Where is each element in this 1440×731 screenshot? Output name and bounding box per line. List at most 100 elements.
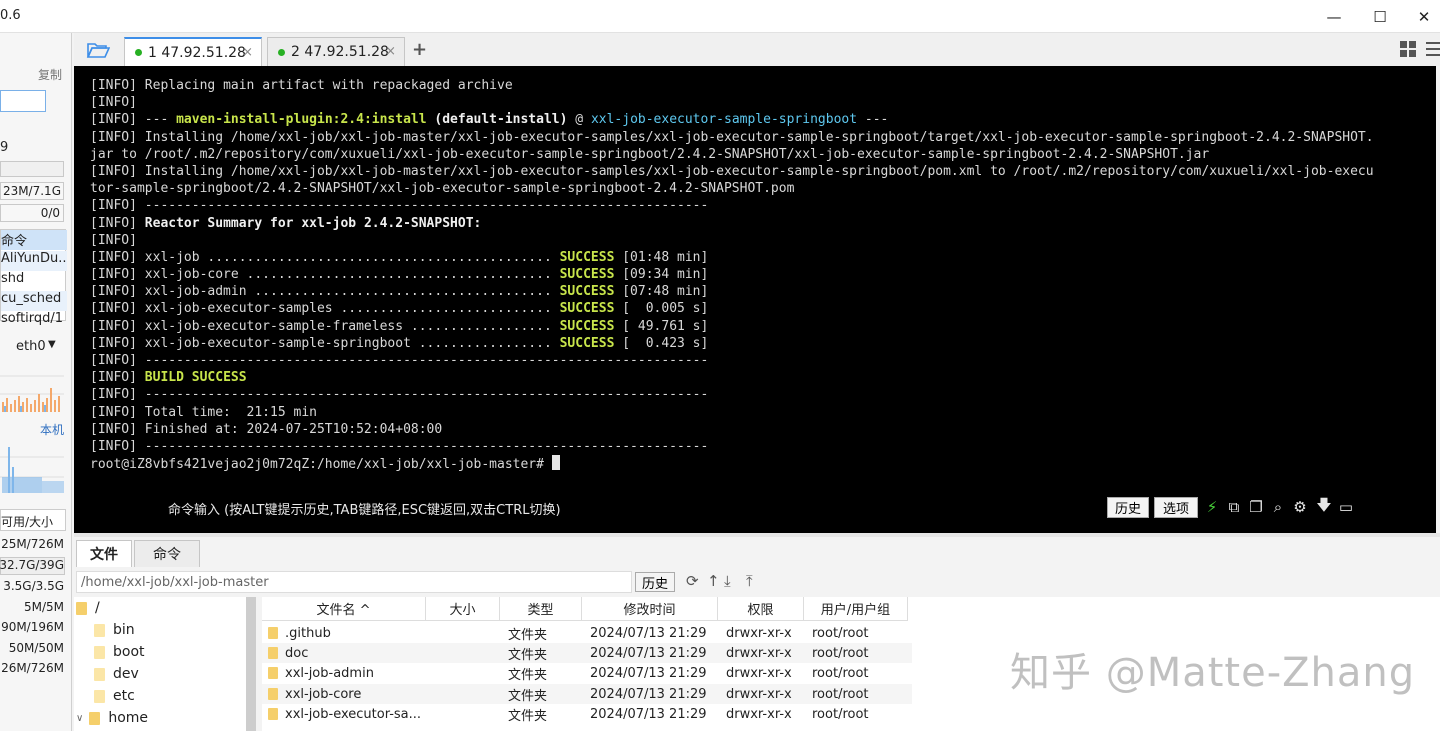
file-modified: 2024/07/13 21:29 <box>582 646 718 661</box>
tree-item-home[interactable]: ∨ home <box>76 707 148 729</box>
file-row[interactable]: .github 文件夹 2024/07/13 21:29 drwxr-xr-x root… <box>262 623 912 643</box>
column-type[interactable]: 类型 <box>500 597 582 621</box>
connected-dot-icon <box>135 49 142 56</box>
gear-icon[interactable]: ⚙ <box>1290 497 1310 517</box>
command-input-bar[interactable]: 命令输入 (按ALT键提示历史,TAB键路径,ESC键返回,双击CTRL切换) … <box>74 492 1436 524</box>
cell-text: 文件夹 <box>508 668 548 684</box>
local-label[interactable]: 本机 <box>40 421 64 438</box>
folder-icon <box>89 711 101 725</box>
terminal-text: SUCCESS <box>559 318 615 334</box>
process-row[interactable]: softirqd/1 <box>1 311 67 331</box>
close-window-button[interactable]: ✕ <box>1401 0 1440 33</box>
command-input-hint[interactable]: 命令输入 (按ALT键提示历史,TAB键路径,ESC键返回,双击CTRL切换) <box>168 499 561 518</box>
refresh-icon[interactable]: ⟳ <box>686 572 699 590</box>
up-directory-icon[interactable]: ↑ <box>707 572 720 590</box>
column-size[interactable]: 大小 <box>426 597 500 621</box>
cell-text: drwxr-xr-x <box>726 645 792 661</box>
folder-icon <box>94 645 105 659</box>
lightning-icon[interactable]: ⚡ <box>1202 497 1222 517</box>
tree-item-root[interactable]: / <box>76 597 100 619</box>
tree-item-etc[interactable]: etc <box>94 685 135 707</box>
disk-row: 25M/726M <box>1 537 64 551</box>
options-button[interactable]: 选项 <box>1154 497 1198 518</box>
terminal-prompt[interactable]: root@iZ8vbfs421vejao2j0m72qZ:/home/xxl-j… <box>90 455 1426 472</box>
file-permissions: drwxr-xr-x <box>718 626 804 641</box>
terminal-text: (default-install) <box>426 112 568 128</box>
server-info-panel: 复制 9 23M/7.1G 0/0 命令 AliYunDu... shd cu_… <box>0 33 72 731</box>
tab-session-1[interactable]: 1 47.92.51.28 × <box>124 37 262 66</box>
tree-item-boot[interactable]: boot <box>94 641 145 663</box>
history-button[interactable]: 历史 <box>1107 497 1149 518</box>
folder-icon <box>94 689 105 703</box>
download-icon[interactable]: ⤓ <box>724 572 731 590</box>
search-icon[interactable]: ⌕ <box>1268 497 1288 517</box>
tab-commands[interactable]: 命令 <box>134 540 200 567</box>
cell-text: 文件夹 <box>508 709 548 725</box>
close-tab-icon[interactable]: × <box>242 45 253 60</box>
terminal-text: [INFO] xxl-job-core ....................… <box>90 267 560 283</box>
menu-lines-icon[interactable] <box>1426 41 1440 57</box>
cell-text: .github <box>285 625 331 641</box>
tree-scrollbar[interactable] <box>246 597 256 731</box>
swap-bar: 0/0 <box>0 204 64 222</box>
minimize-button[interactable]: — <box>1311 0 1357 33</box>
cell-text: 2024/07/13 21:29 <box>590 625 707 641</box>
cell-text: root/root <box>812 707 869 723</box>
copy-link[interactable]: 复制 <box>38 66 62 83</box>
layout-grid-icon[interactable] <box>1400 41 1416 57</box>
terminal-line: [INFO] ---------------------------------… <box>90 386 1426 403</box>
terminal-line: [INFO] xxl-job-executor-sample-frameless… <box>90 318 1426 335</box>
path-history-button[interactable]: 历史 <box>635 572 675 592</box>
copy-icon[interactable]: ⧉ <box>1224 497 1244 517</box>
process-row[interactable]: AliYunDu... <box>1 251 67 271</box>
folder-open-icon[interactable] <box>86 41 110 59</box>
file-row[interactable]: xxl-job-admin 文件夹 2024/07/13 21:29 drwxr-xr… <box>262 664 912 684</box>
tree-item-bin[interactable]: bin <box>94 619 135 641</box>
column-permissions[interactable]: 权限 <box>718 597 804 621</box>
terminal-line: [INFO] xxl-job-core ....................… <box>90 266 1426 283</box>
file-name: doc <box>262 646 426 661</box>
arrow-down-icon[interactable]: 🡇 <box>1314 496 1334 517</box>
tab-session-2[interactable]: 2 47.92.51.28 × <box>267 37 405 66</box>
folder-icon <box>268 708 278 721</box>
terminal-text: BUILD SUCCESS <box>144 370 247 386</box>
process-row[interactable]: cu_sched <box>1 291 67 311</box>
maximize-button[interactable]: ☐ <box>1357 0 1403 33</box>
column-owner[interactable]: 用户/用户组 <box>804 597 908 621</box>
cell-text: drwxr-xr-x <box>726 707 792 723</box>
terminal-text: SUCCESS <box>559 284 615 300</box>
column-modified[interactable]: 修改时间 <box>582 597 718 621</box>
ip-field[interactable] <box>0 90 46 112</box>
terminal-line: [INFO] xxl-job .........................… <box>90 249 1426 266</box>
maximize-icon: ☐ <box>1373 7 1387 26</box>
file-row[interactable]: doc 文件夹 2024/07/13 21:29 drwxr-xr-x root/roo… <box>262 643 912 664</box>
column-name[interactable]: 文件名 ^ <box>262 597 426 621</box>
tree-item-dev[interactable]: dev <box>94 663 139 685</box>
tab-files[interactable]: 文件 <box>76 540 132 567</box>
cell-text: 文件夹 <box>508 627 548 643</box>
upload-icon[interactable]: ⤒ <box>746 572 753 590</box>
cell-text: 2024/07/13 21:29 <box>590 666 707 682</box>
add-tab-button[interactable]: + <box>412 39 427 60</box>
close-tab-icon[interactable]: × <box>385 44 396 59</box>
terminal-text: [INFO] ---------------------------------… <box>90 198 709 214</box>
cell-text: xxl-job-executor-sa... <box>285 707 422 723</box>
file-row[interactable]: xxl-job-executor-sa... 文件夹 2024/07/13 21:2… <box>262 705 912 725</box>
terminal[interactable]: [INFO] Replacing main artifact with repa… <box>74 66 1436 533</box>
terminal-output: [INFO] Replacing main artifact with repa… <box>90 77 1426 472</box>
file-list-header: 文件名 ^ 大小 类型 修改时间 权限 用户/用户组 <box>262 597 912 621</box>
file-modified: 2024/07/13 21:29 <box>582 666 718 681</box>
file-row[interactable]: xxl-job-core 文件夹 2024/07/13 21:29 drwxr-xr-… <box>262 684 912 705</box>
process-row[interactable]: shd <box>1 271 67 291</box>
tab-label: 2 47.92.51.28 <box>291 44 389 60</box>
window-icon[interactable]: ▭ <box>1336 497 1356 517</box>
terminal-text: Reactor Summary for xxl-job 2.4.2-SNAPSH… <box>144 215 482 231</box>
path-input[interactable]: /home/xxl-job/xxl-job-master <box>76 571 632 593</box>
net-interface-select[interactable]: eth0 <box>16 339 46 354</box>
folder-icon <box>268 626 278 639</box>
paste-icon[interactable]: ❐ <box>1246 497 1266 517</box>
disk-row: 3.5G/3.5G <box>3 579 64 593</box>
terminal-line: [INFO] ---------------------------------… <box>90 352 1426 369</box>
disk-row: 26M/726M <box>1 661 64 675</box>
swap-value: 0/0 <box>40 206 60 220</box>
